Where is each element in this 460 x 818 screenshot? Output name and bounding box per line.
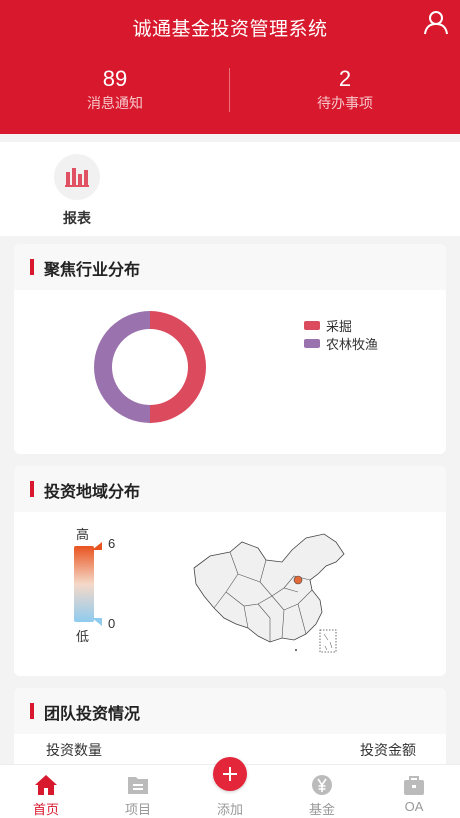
section-marker <box>30 259 34 275</box>
donut-slice-1[interactable] <box>94 311 150 423</box>
quick-item-label: 报表 <box>63 210 91 226</box>
industry-title: 聚焦行业分布 <box>44 262 141 279</box>
south-sea-islands <box>323 633 333 651</box>
map-island <box>295 649 297 651</box>
team-amount-label: 投资金额 <box>360 742 416 758</box>
home-icon <box>35 775 57 795</box>
china-map[interactable] <box>186 530 356 660</box>
industry-card: 聚焦行业分布 采掘 农林牧渔 <box>14 244 446 454</box>
briefcase-icon <box>404 776 424 795</box>
legend-label: 农林牧渔 <box>326 336 379 352</box>
project-icon <box>128 777 148 794</box>
stat-todo-value: 2 <box>338 66 352 91</box>
team-count-label: 投资数量 <box>46 742 102 758</box>
app-title: 诚通基金投资管理系统 <box>132 19 328 40</box>
stat-messages[interactable]: 89 消息通知 <box>0 66 230 116</box>
quick-item-report[interactable]: 报表 <box>52 154 102 228</box>
donut-slice-0[interactable] <box>150 311 206 423</box>
tab-label: OA <box>404 799 424 814</box>
map-outline <box>193 533 345 643</box>
stats-bar: 89 消息通知 2 待办事项 <box>0 66 460 116</box>
region-card-header: 投资地域分布 <box>14 466 446 512</box>
visual-map-gradient[interactable] <box>72 538 112 638</box>
legend-item[interactable]: 农林牧渔 <box>304 334 378 352</box>
yen-icon <box>312 775 332 795</box>
tab-home[interactable]: 首页 <box>0 765 92 818</box>
tab-oa[interactable]: OA <box>368 765 460 818</box>
section-marker <box>30 703 34 719</box>
industry-legend: 采掘 农林牧渔 <box>304 316 378 352</box>
region-title: 投资地域分布 <box>44 484 141 501</box>
tab-label: 基金 <box>308 802 335 817</box>
app-header: 诚通基金投资管理系统 89 消息通知 2 待办事项 <box>0 0 460 134</box>
add-button[interactable] <box>213 757 247 791</box>
legend-label: 采掘 <box>326 318 353 334</box>
industry-card-header: 聚焦行业分布 <box>14 244 446 290</box>
stats-divider <box>229 68 230 112</box>
team-card-header: 团队投资情况 <box>14 688 446 734</box>
industry-donut-chart <box>94 311 206 423</box>
legend-swatch <box>304 338 320 348</box>
quick-entry-panel: 报表 <box>0 142 460 236</box>
stat-todo[interactable]: 2 待办事项 <box>230 66 460 116</box>
add-icon <box>223 767 237 781</box>
team-title: 团队投资情况 <box>44 706 141 723</box>
tab-label: 项目 <box>124 802 151 817</box>
user-icon[interactable] <box>422 8 450 36</box>
bar-chart-icon <box>54 154 100 200</box>
tab-label: 添加 <box>216 802 243 817</box>
tab-fund[interactable]: 基金 <box>276 765 368 818</box>
section-marker <box>30 481 34 497</box>
region-card: 投资地域分布 高 6 低 0 <box>14 466 446 676</box>
south-sea-inset <box>319 629 337 653</box>
tab-project[interactable]: 项目 <box>92 765 184 818</box>
legend-swatch <box>304 320 320 330</box>
stat-messages-value: 89 <box>102 66 128 91</box>
legend-item[interactable]: 采掘 <box>304 316 378 334</box>
map-highlight-region <box>293 575 303 585</box>
stat-todo-label: 待办事项 <box>317 95 373 111</box>
stat-messages-label: 消息通知 <box>87 95 143 111</box>
tab-label: 首页 <box>32 802 59 817</box>
